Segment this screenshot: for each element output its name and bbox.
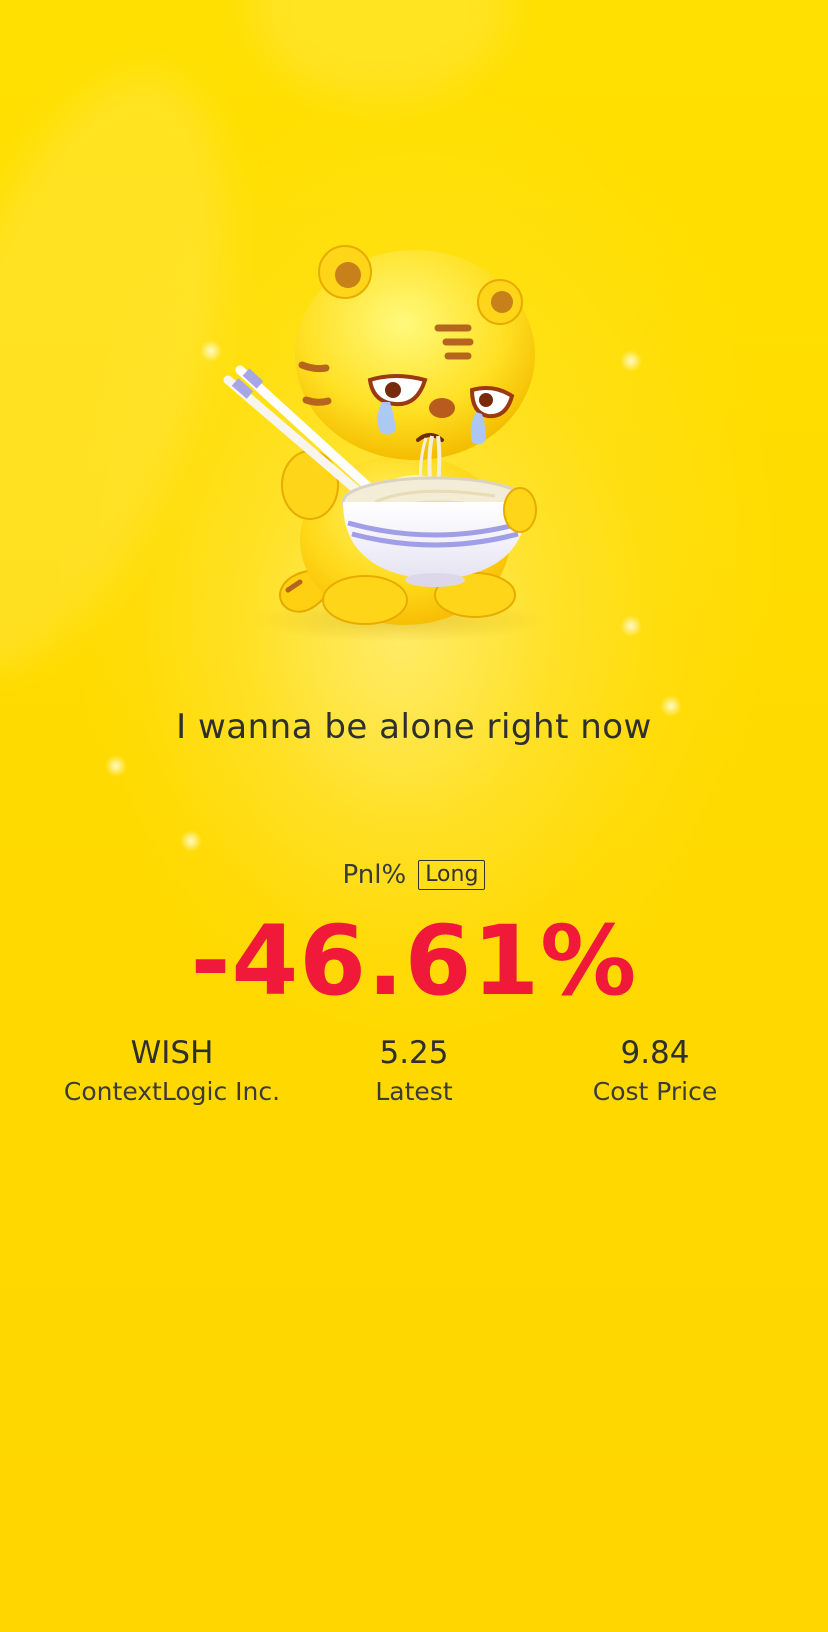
sparkle: [105, 755, 127, 777]
sparkle: [620, 350, 642, 372]
cost-price-value: 9.84: [620, 1035, 690, 1071]
ticker-symbol: WISH: [130, 1035, 214, 1071]
sparkle: [620, 615, 642, 637]
stat-ticker: WISH ContextLogic Inc.: [42, 1035, 302, 1106]
cost-price-label: Cost Price: [592, 1077, 718, 1106]
stat-cost-price: 9.84 Cost Price: [525, 1035, 785, 1106]
latest-price-value: 5.25: [379, 1035, 449, 1071]
position-type-badge: Long: [418, 860, 486, 890]
sparkle: [180, 830, 202, 852]
pnl-percentage-value: -46.61%: [190, 905, 638, 1017]
company-name: ContextLogic Inc.: [63, 1077, 281, 1106]
mood-caption: I wanna be alone right now: [176, 707, 652, 747]
crying-tiger-mascot-icon: [223, 245, 550, 642]
background-wisp: [250, 0, 510, 100]
pnl-header: Pnl% Long: [0, 860, 828, 890]
pnl-label: Pnl%: [342, 860, 407, 890]
stat-latest: 5.25 Latest: [284, 1035, 544, 1106]
latest-price-label: Latest: [375, 1077, 453, 1106]
